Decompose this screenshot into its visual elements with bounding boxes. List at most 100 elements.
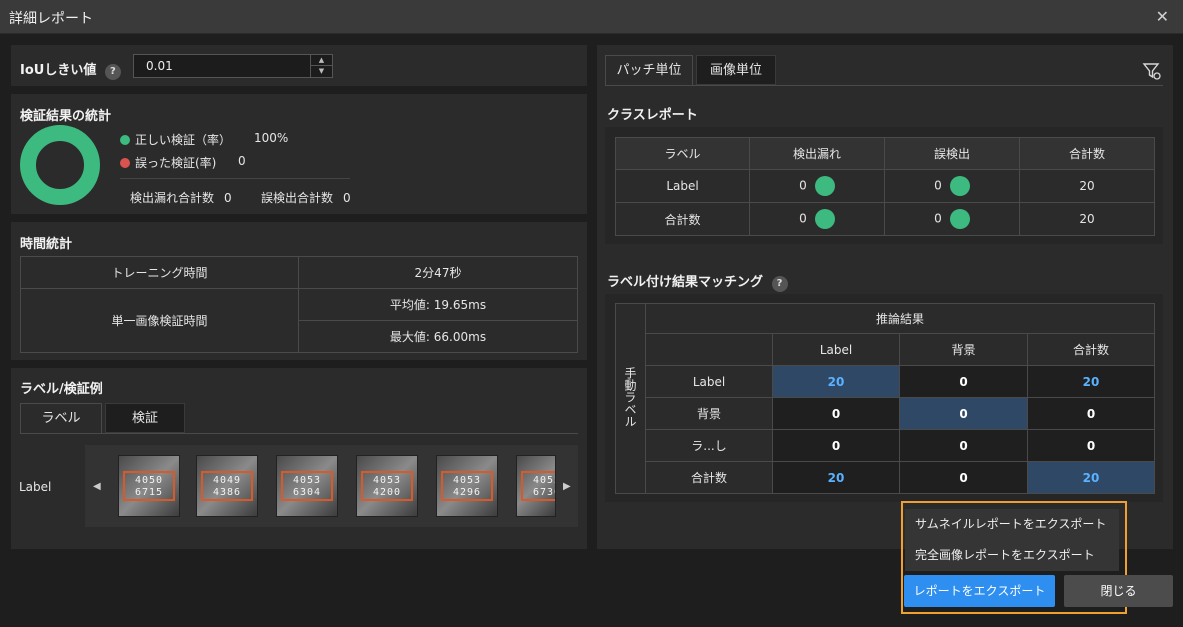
stepper-down-icon[interactable]: ▼ xyxy=(311,66,332,77)
export-report-button[interactable]: レポートをエクスポート xyxy=(904,575,1055,607)
row-label: ラ...し xyxy=(645,429,773,462)
max-value: 最大値: 66.00ms xyxy=(298,320,578,353)
help-icon[interactable]: ? xyxy=(771,276,788,292)
table-row: 合計数 20 0 20 xyxy=(616,461,1155,494)
thumbnail[interactable]: 40526730 xyxy=(516,455,556,517)
thumb-line: 6730 xyxy=(532,487,555,498)
iou-value[interactable]: 0.01 xyxy=(146,59,173,73)
iou-threshold-stepper[interactable]: 0.01 ▲ ▼ xyxy=(133,54,333,78)
stepper-up-icon[interactable]: ▲ xyxy=(311,55,332,66)
single-label: 単一画像検証時間 xyxy=(20,288,299,353)
col-header: Label xyxy=(772,333,900,366)
matrix-cell: 20 xyxy=(772,365,900,398)
tab-patch[interactable]: パッチ単位 xyxy=(605,55,693,85)
tab-divider xyxy=(20,433,578,434)
col-header: 背景 xyxy=(899,333,1028,366)
thumb-line: 4053 xyxy=(452,475,482,486)
col-header: 検出漏れ xyxy=(749,137,885,170)
thumbnail[interactable]: 4050 6715 xyxy=(118,455,180,517)
thumbnail[interactable]: 4053 4296 xyxy=(436,455,498,517)
correct-value: 100% xyxy=(254,131,289,145)
matching-matrix: 手動ラベル 推論結果 Label 背景 合計数 Label 20 0 20 背景… xyxy=(615,303,1155,494)
legend-correct: 正しい検証（率） xyxy=(120,131,231,148)
col-header: 合計数 xyxy=(1027,333,1155,366)
stats-title: 検証結果の統計 xyxy=(20,109,112,124)
right-tab-divider xyxy=(605,85,1163,86)
col-header: 合計数 xyxy=(1019,137,1155,170)
scroll-right-icon[interactable]: ▶ xyxy=(563,481,571,492)
correct-label: 正しい検証（率） xyxy=(135,133,232,147)
window-title: 詳細レポート xyxy=(9,11,93,27)
matrix-cell: 0 xyxy=(899,461,1028,494)
cell-value: 0 xyxy=(934,178,942,193)
avg-value: 平均値: 19.65ms xyxy=(298,288,578,321)
training-label: トレーニング時間 xyxy=(20,256,299,289)
thumbnail-digits: 40526730 xyxy=(521,471,555,501)
row-label: 合計数 xyxy=(615,202,750,236)
thumbnail[interactable]: 4053 6304 xyxy=(276,455,338,517)
inference-header: 推論結果 xyxy=(645,303,1155,334)
export-menu: サムネイルレポートをエクスポート 完全画像レポートをエクスポート xyxy=(905,509,1119,571)
wrong-dot-icon xyxy=(120,158,130,168)
thumbnail[interactable]: 4053 4200 xyxy=(356,455,418,517)
table-row: Label 20 0 20 xyxy=(616,365,1155,398)
scroll-left-icon[interactable]: ◀ xyxy=(93,481,101,492)
title-bar: 詳細レポート ✕ xyxy=(0,0,1183,34)
missed-value: 0 xyxy=(224,191,232,205)
result-donut-chart xyxy=(20,125,100,205)
row-label: 背景 xyxy=(645,397,773,430)
thumbnail[interactable]: 4049 4386 xyxy=(196,455,258,517)
stepper-buttons: ▲ ▼ xyxy=(310,55,332,77)
thumb-line: 4296 xyxy=(452,487,482,498)
iou-label: IoUしきい値 ? xyxy=(20,59,121,80)
thumbnail-strip: ◀ 4050 6715 4049 4386 4053 6304 4053 4200 40… xyxy=(85,445,578,527)
table-row: 背景 0 0 0 xyxy=(616,397,1155,430)
wrong-value: 0 xyxy=(238,154,246,168)
thumb-line: 4200 xyxy=(372,487,402,498)
row-label: 合計数 xyxy=(645,461,773,494)
tab-label[interactable]: ラベル xyxy=(20,403,102,433)
status-dot-icon xyxy=(814,209,835,229)
col-header: ラベル xyxy=(615,137,750,170)
tab-image[interactable]: 画像単位 xyxy=(696,55,776,85)
close-button[interactable]: 閉じる xyxy=(1064,575,1173,607)
cell-value: 0 xyxy=(799,211,807,226)
false-total: 誤検出合計数 0 xyxy=(261,189,351,206)
thumbnail-digits: 4053 4200 xyxy=(361,471,413,501)
thumbnail-digits: 4053 6304 xyxy=(281,471,333,501)
status-dot-icon xyxy=(949,176,970,196)
thumbnail-digits: 4050 6715 xyxy=(123,471,175,501)
tab-verify[interactable]: 検証 xyxy=(105,403,185,433)
matrix-cell: 0 xyxy=(1027,397,1155,430)
thumbnail-digits: 4049 4386 xyxy=(201,471,253,501)
total-cell: 20 xyxy=(1019,169,1155,203)
example-row-label: Label xyxy=(19,480,52,494)
thumb-line: 4386 xyxy=(212,487,242,498)
close-icon[interactable]: ✕ xyxy=(1156,7,1169,26)
matrix-cell: 0 xyxy=(899,397,1028,430)
row-label: Label xyxy=(645,365,773,398)
wrong-label: 誤った検証(率) xyxy=(135,156,217,170)
col-header: 誤検出 xyxy=(884,137,1020,170)
filter-settings-icon[interactable] xyxy=(1142,61,1162,81)
time-table: トレーニング時間 2分47秒 単一画像検証時間 平均値: 19.65ms 最大値… xyxy=(20,256,578,353)
table-row: 合計数 0 0 20 xyxy=(615,202,1155,236)
divider xyxy=(120,178,350,179)
matrix-cell: 20 xyxy=(1027,461,1155,494)
missed-cell: 0 xyxy=(749,169,885,203)
row-label: Label xyxy=(615,169,750,203)
thumb-line: 4053 xyxy=(372,475,402,486)
export-full-image-menu-item[interactable]: 完全画像レポートをエクスポート xyxy=(905,540,1119,571)
false-cell: 0 xyxy=(884,169,1020,203)
matrix-cell: 0 xyxy=(899,429,1028,462)
corner-cell xyxy=(645,333,773,366)
help-icon[interactable]: ? xyxy=(104,64,121,80)
thumb-line: 4049 xyxy=(212,475,242,486)
class-report-table: ラベル 検出漏れ 誤検出 合計数 Label 0 0 20 合計数 0 0 20 xyxy=(615,137,1155,236)
false-label: 誤検出合計数 xyxy=(261,191,334,205)
class-report-title: クラスレポート xyxy=(607,108,698,123)
export-thumbnail-menu-item[interactable]: サムネイルレポートをエクスポート xyxy=(905,509,1119,540)
manual-label-header: 手動ラベル xyxy=(615,303,646,494)
false-cell: 0 xyxy=(884,202,1020,236)
time-title: 時間統計 xyxy=(20,237,73,252)
